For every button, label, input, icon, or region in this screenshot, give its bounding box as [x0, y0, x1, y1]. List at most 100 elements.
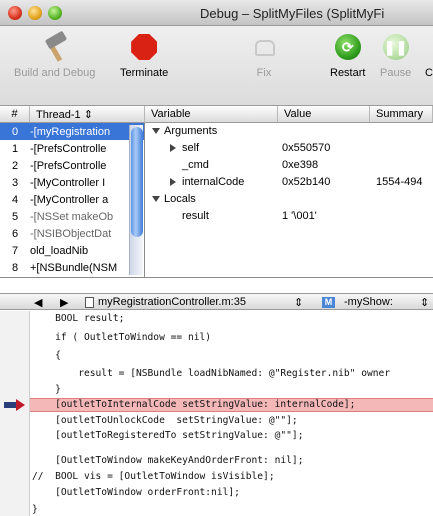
frame-name: old_loadNib: [30, 244, 89, 257]
frame-number: 7: [11, 244, 19, 257]
code-line[interactable]: [outletToRegisteredTo setStringValue: @"…: [32, 428, 303, 444]
code-line[interactable]: {: [32, 348, 61, 364]
disclosure-closed-icon[interactable]: [170, 176, 176, 188]
stack-scrollbar[interactable]: [129, 125, 143, 275]
fix-label: Fix: [256, 67, 272, 79]
stack-frame-row[interactable]: 4 -[MyController a: [0, 191, 144, 208]
code-line-comment[interactable]: // BOOL vis = [OutletToWindow isVisible]…: [32, 469, 275, 485]
frame-number: 2: [11, 159, 19, 172]
frame-number: 4: [11, 193, 19, 206]
title-bar: Debug – SplitMyFiles (SplitMyFi: [0, 0, 433, 26]
code-line[interactable]: result = [NSBundle loadNibNamed: @"Regis…: [32, 366, 390, 382]
variable-row[interactable]: _cmd 0xe398: [146, 157, 433, 174]
file-icon: [85, 297, 94, 308]
frame-number: 5: [11, 210, 19, 223]
code-line[interactable]: if ( OutletToWindow == nil): [32, 330, 211, 346]
stack-frame-row[interactable]: 3 -[MyController I: [0, 174, 144, 191]
code-line[interactable]: [OutletToWindow makeKeyAndOrderFront: ni…: [32, 453, 303, 469]
thread-selector[interactable]: Thread-1 ⇕: [30, 106, 145, 123]
stack-frame-row[interactable]: 1 -[PrefsControlle: [0, 140, 144, 157]
frame-number-header[interactable]: #: [0, 106, 30, 123]
variable-name: _cmd: [182, 159, 209, 171]
restart-button[interactable]: ⟳ Restart: [330, 32, 365, 79]
frame-number: 3: [11, 176, 19, 189]
fix-button[interactable]: Fix: [249, 32, 279, 79]
stack-frame-row[interactable]: 8 +[NSBundle(NSM: [0, 259, 144, 276]
debug-upper-pane: # Thread-1 ⇕ Variable Value Summary 0 -[…: [0, 106, 433, 278]
editor-gutter[interactable]: [0, 311, 30, 516]
code-line[interactable]: [outletToUnlockCode setStringValue: @""]…: [32, 413, 298, 429]
code-editor[interactable]: BOOL result; if ( OutletToWindow == nil)…: [0, 311, 433, 516]
variables-table: Arguments self 0x550570 _cmd 0xe398 inte…: [146, 123, 433, 278]
pause-label: Pause: [380, 67, 412, 79]
pause-button[interactable]: ❚❚ Pause: [380, 32, 411, 79]
variable-row[interactable]: self 0x550570: [146, 140, 433, 157]
variable-value[interactable]: 0x52b140: [282, 176, 330, 188]
stack-scrollbar-thumb[interactable]: [131, 127, 143, 237]
value-column-header[interactable]: Value: [278, 106, 370, 123]
popup-arrows-icon[interactable]: ⇕: [294, 296, 303, 309]
hammer-icon: [40, 30, 70, 62]
variable-value[interactable]: 0xe398: [282, 159, 318, 171]
stack-frame-row[interactable]: 6 -[NSIBObjectDat: [0, 225, 144, 242]
terminate-button[interactable]: Terminate: [120, 32, 168, 79]
frame-name: -[MyController a: [30, 193, 109, 206]
disclosure-open-icon[interactable]: [152, 125, 160, 137]
frame-number: 0: [11, 125, 19, 138]
variable-name: internalCode: [182, 176, 245, 188]
frame-name: -[NSIBObjectDat: [30, 227, 112, 240]
disclosure-closed-icon[interactable]: [170, 142, 176, 154]
restart-label: Restart: [330, 67, 366, 79]
continue-label: C: [425, 67, 433, 79]
stack-frame-row[interactable]: 5 -[NSSet makeOb: [0, 208, 144, 225]
frame-name: -[myRegistration: [30, 125, 111, 138]
back-arrow-icon[interactable]: ◀: [34, 296, 42, 309]
frame-name: -[NSSet makeOb: [30, 210, 114, 223]
code-line[interactable]: }: [32, 382, 61, 398]
variable-row[interactable]: result 1 '\001': [146, 208, 433, 225]
forward-arrow-icon[interactable]: ▶: [60, 296, 68, 309]
stop-sign-icon: [129, 32, 159, 62]
continue-button[interactable]: C: [424, 32, 433, 79]
minimize-window-button[interactable]: [28, 6, 42, 20]
restart-icon: ⟳: [333, 32, 363, 62]
frame-number: 1: [11, 142, 19, 155]
variable-row[interactable]: internalCode 0x52b140 1554-494: [146, 174, 433, 191]
editor-navigation-bar: ◀ ▶ myRegistrationController.m:35 ⇕ M -m…: [0, 293, 433, 310]
variable-value[interactable]: 1 '\001': [282, 210, 317, 222]
variable-value[interactable]: 0x550570: [282, 142, 330, 154]
frame-number: 6: [11, 227, 19, 240]
variable-group-row[interactable]: Locals: [146, 191, 433, 208]
popup-arrows-icon: ⇕: [80, 109, 93, 121]
build-and-debug-button[interactable]: Build and Debug: [14, 30, 96, 79]
frame-name: +[NSBundle(NSM: [30, 261, 118, 274]
code-line[interactable]: [OutletToWindow orderFront:nil];: [32, 485, 240, 501]
zoom-window-button[interactable]: [48, 6, 62, 20]
bandage-icon: [249, 32, 279, 62]
variable-name: result: [182, 210, 209, 222]
code-line[interactable]: }: [32, 502, 38, 516]
pause-icon: ❚❚: [381, 32, 411, 62]
stack-frame-row[interactable]: 0 -[myRegistration: [0, 123, 144, 140]
popup-arrows-icon[interactable]: ⇕: [420, 296, 429, 309]
variable-group-row[interactable]: Arguments: [146, 123, 433, 140]
close-window-button[interactable]: [8, 6, 22, 20]
stack-frame-row[interactable]: 7 old_loadNib: [0, 242, 144, 259]
summary-column-header[interactable]: Summary: [370, 106, 433, 123]
frame-number: 8: [11, 261, 19, 274]
window-title: Debug – SplitMyFiles (SplitMyFi: [200, 6, 385, 21]
disclosure-open-icon[interactable]: [152, 193, 160, 205]
frame-name: -[MyController I: [30, 176, 106, 189]
code-line-current[interactable]: [outletToInternalCode setStringValue: in…: [32, 397, 355, 413]
file-popup[interactable]: myRegistrationController.m:35: [98, 296, 246, 308]
thread-selector-label: Thread-1: [36, 109, 81, 121]
code-line[interactable]: BOOL result;: [32, 311, 124, 327]
method-icon: M: [322, 297, 335, 308]
build-and-debug-label: Build and Debug: [14, 67, 96, 79]
stack-frame-row[interactable]: 2 -[PrefsControlle: [0, 157, 144, 174]
variable-name: self: [182, 142, 200, 154]
program-counter-arrow-icon[interactable]: [4, 399, 26, 411]
variable-column-header[interactable]: Variable: [145, 106, 278, 123]
method-popup[interactable]: -myShow:: [344, 296, 393, 308]
variable-summary: 1554-494: [376, 176, 423, 188]
